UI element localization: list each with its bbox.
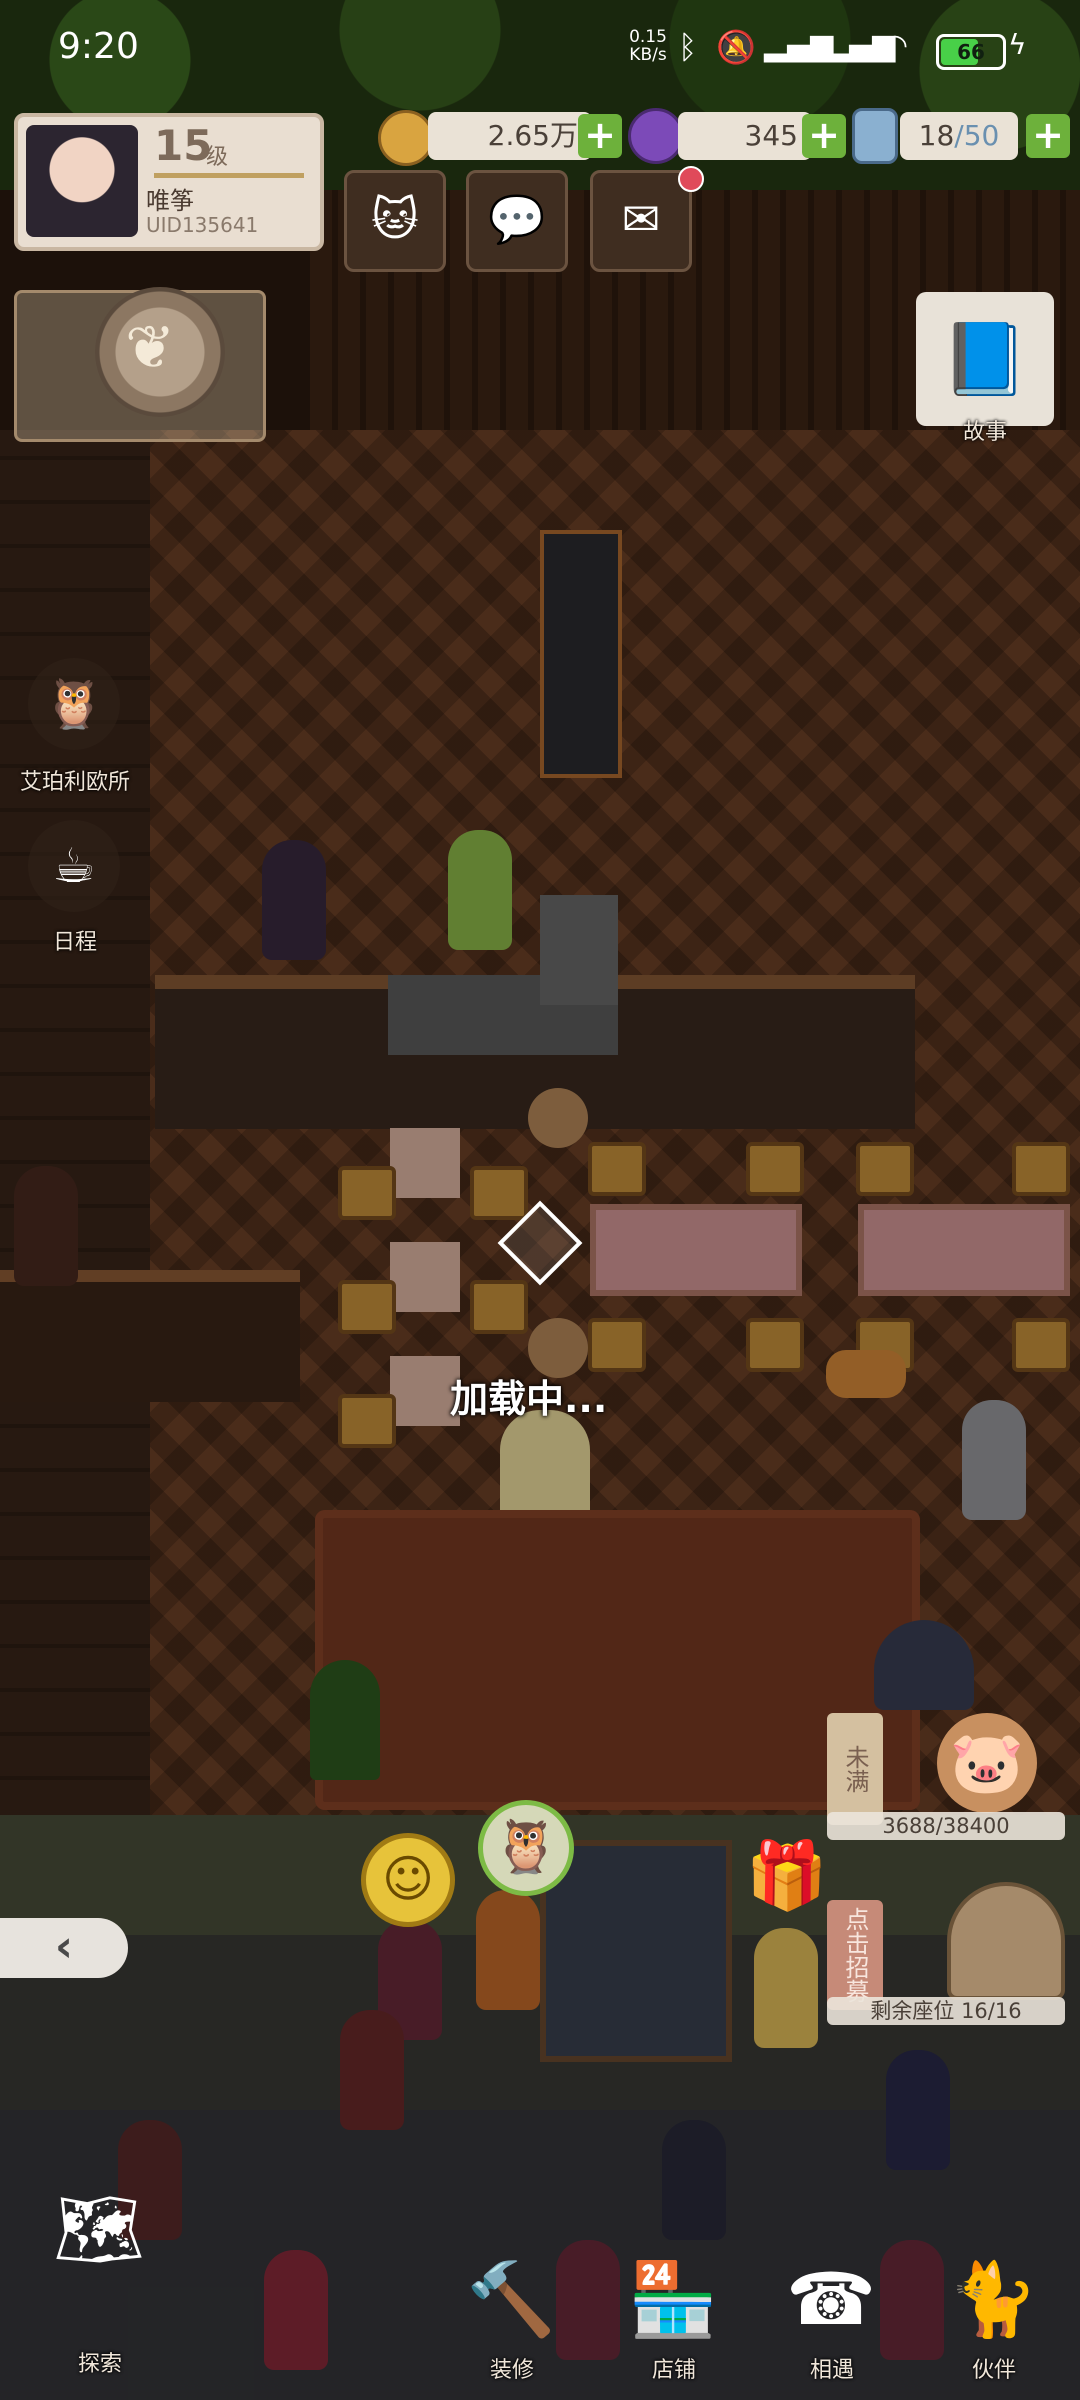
purple-gem-icon [628, 108, 684, 164]
mail-notification-dot [678, 166, 704, 192]
network-speed: 0.15 KB/s [629, 27, 667, 65]
add-gold-button[interactable]: + [578, 114, 622, 158]
bottle-max: /50 [954, 119, 1000, 152]
collapse-arrow-button[interactable]: ‹ [0, 1918, 128, 1978]
status-time: 9:20 [58, 26, 139, 67]
nav-shop-label: 店铺 [651, 2358, 696, 2383]
coffee-bean-badge-icon: ☕ [52, 838, 96, 894]
gem-amount: 345 [678, 112, 812, 160]
cats-icon: 🐱 [371, 192, 419, 246]
bottle-amount: 18/50 [900, 112, 1018, 160]
owl-emote-icon[interactable]: 🦉 [478, 1800, 574, 1896]
avatar [26, 125, 138, 237]
add-bottle-button[interactable]: + [1026, 114, 1070, 158]
cats-button[interactable]: 🐱 [344, 170, 446, 272]
telephone-icon: ☎ [786, 2257, 876, 2341]
bottle-current: 18 [918, 119, 955, 152]
status-bar: 9:20 0.15 KB/s ᛒ 🔕 ▂▄▆ ▂▄▆ ◠ 66 ϟ [0, 0, 1080, 100]
charging-icon: ϟ [1008, 28, 1027, 61]
tip-jar-count: 3688/38400 [827, 1812, 1065, 1840]
agency-label: 艾珀利欧所 [19, 770, 130, 795]
recruit-label: 点击招募 [827, 1900, 883, 2010]
gift-box-icon[interactable]: 🎁 [745, 1834, 829, 1918]
hammer-icon: 🔨 [466, 2257, 556, 2341]
smile-emote-icon[interactable]: ☺ [361, 1833, 455, 1927]
remaining-seats: 剩余座位 16/16 [827, 1997, 1065, 2025]
agency-button[interactable]: 🦉 [28, 658, 120, 750]
map-icon: 🗺 [53, 2187, 145, 2271]
shop-icon: 🏪 [628, 2257, 718, 2341]
nav-meet-label: 相遇 [809, 2358, 854, 2383]
schedule-button[interactable]: ☕ [28, 820, 120, 912]
cat-card-icon: 🐈 [948, 2257, 1038, 2341]
schedule-label: 日程 [52, 930, 97, 955]
story-book-icon: 📘 [941, 318, 1029, 400]
mail-button[interactable]: ✉ [590, 170, 692, 272]
nav-shop[interactable]: 🏪 [614, 2240, 732, 2358]
chat-bubble-icon: 💬 [488, 192, 546, 246]
battery-icon: 66 [936, 34, 1006, 70]
signal-1-icon: ▂▄▆ [764, 28, 834, 63]
level-unit: 级 [206, 145, 229, 170]
level-bar [154, 173, 304, 178]
nav-decorate-label: 装修 [489, 2358, 534, 2383]
gold-coin-icon [378, 110, 434, 166]
recruit-widget[interactable]: 点击招募 [827, 1882, 1065, 2010]
wheat-emblem-icon: ❦ [95, 287, 225, 417]
nav-partner-label: 伙伴 [971, 2358, 1016, 2383]
player-profile[interactable]: 15 级 唯筝 UID135641 [14, 113, 324, 251]
loading-text: 加载中... [450, 1377, 608, 1421]
nav-decorate[interactable]: 🔨 [452, 2240, 570, 2358]
nav-partner[interactable]: 🐈 [934, 2240, 1052, 2358]
chevron-left-icon: ‹ [54, 1921, 74, 1972]
piggy-bank-icon: 🐷 [937, 1713, 1037, 1813]
story-button[interactable]: 📘 [916, 292, 1054, 426]
player-uid: UID135641 [146, 213, 259, 237]
mute-bell-icon: 🔕 [716, 28, 756, 66]
bottle-icon [852, 108, 898, 164]
cafe-emblem-panel[interactable]: ❦ [14, 287, 266, 442]
nav-meet[interactable]: ☎ [772, 2240, 890, 2358]
chat-button[interactable]: 💬 [466, 170, 568, 272]
mail-icon: ✉ [621, 192, 661, 246]
player-name: 唯筝 [146, 187, 194, 215]
level-number: 15 [154, 121, 213, 170]
gold-amount: 2.65万 [428, 112, 592, 160]
add-gem-button[interactable]: + [802, 114, 846, 158]
battery-level: 66 [957, 40, 985, 64]
nav-explore[interactable]: 🗺 [40, 2170, 158, 2288]
bluetooth-icon: ᛒ [678, 28, 698, 66]
owl-icon: 🦉 [44, 676, 104, 732]
story-label: 故事 [962, 420, 1007, 445]
service-bell-icon [947, 1882, 1065, 2000]
wifi-icon: ◠ [882, 28, 909, 63]
nav-explore-label: 探索 [77, 2352, 122, 2377]
tip-jar-status: 未满 [827, 1713, 883, 1825]
